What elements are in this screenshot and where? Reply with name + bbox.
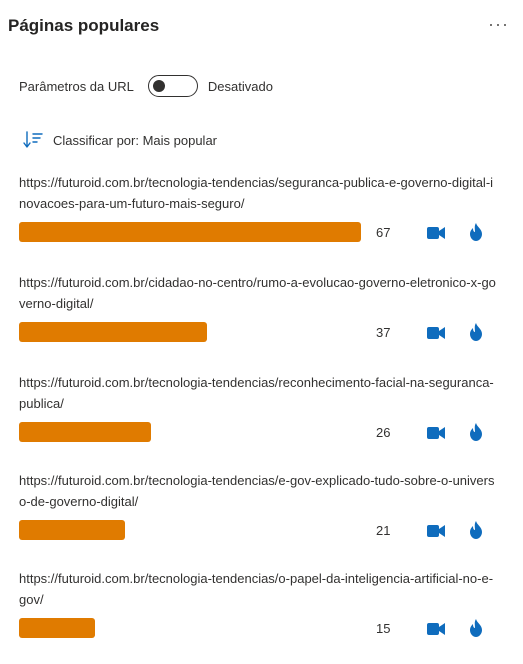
video-camera-icon[interactable] — [427, 326, 445, 340]
fire-icon[interactable] — [469, 323, 483, 341]
sort-button[interactable]: Classificar por: Mais popular — [23, 131, 217, 149]
list-item[interactable]: https://futuroid.com.br/tecnologia-tende… — [19, 470, 509, 540]
panel-title: Páginas populares — [8, 16, 160, 35]
list-item[interactable]: https://futuroid.com.br/tecnologia-tende… — [19, 568, 509, 638]
view-count: 37 — [376, 325, 391, 340]
popularity-bar — [19, 520, 125, 540]
video-camera-icon[interactable] — [427, 426, 445, 440]
popularity-bar-track — [19, 618, 95, 638]
url-params-row: Parâmetros da URL Desativado — [19, 72, 273, 100]
page-url[interactable]: https://futuroid.com.br/tecnologia-tende… — [19, 568, 497, 610]
popularity-bar — [19, 222, 361, 242]
url-params-toggle[interactable] — [147, 75, 198, 97]
page-url[interactable]: https://futuroid.com.br/tecnologia-tende… — [19, 372, 497, 414]
panel-header: Páginas populares ··· — [8, 14, 513, 40]
list-item[interactable]: https://futuroid.com.br/cidadao-no-centr… — [19, 272, 509, 342]
popularity-bar — [19, 618, 95, 638]
more-options-icon[interactable]: ··· — [488, 14, 509, 35]
fire-icon[interactable] — [469, 423, 483, 441]
list-item[interactable]: https://futuroid.com.br/tecnologia-tende… — [19, 172, 509, 242]
view-count: 67 — [376, 225, 391, 240]
page-url[interactable]: https://futuroid.com.br/tecnologia-tende… — [19, 470, 497, 512]
fire-icon[interactable] — [469, 521, 483, 539]
view-count: 21 — [376, 523, 391, 538]
popularity-bar-track — [19, 222, 361, 242]
popularity-bar — [19, 422, 151, 442]
video-camera-icon[interactable] — [427, 622, 445, 636]
toggle-knob — [152, 80, 165, 92]
view-count: 15 — [376, 621, 391, 636]
page-url[interactable]: https://futuroid.com.br/tecnologia-tende… — [19, 172, 497, 214]
list-item[interactable]: https://futuroid.com.br/tecnologia-tende… — [19, 372, 509, 442]
popularity-bar-track — [19, 520, 125, 540]
video-camera-icon[interactable] — [427, 524, 445, 538]
fire-icon[interactable] — [469, 223, 483, 241]
sort-label: Classificar por: Mais popular — [53, 132, 218, 148]
view-count: 26 — [376, 425, 391, 440]
video-camera-icon[interactable] — [427, 226, 445, 240]
url-params-label: Parâmetros da URL — [19, 78, 134, 94]
page-url[interactable]: https://futuroid.com.br/cidadao-no-centr… — [19, 272, 497, 314]
url-params-state: Desativado — [207, 78, 273, 94]
popularity-bar-track — [19, 422, 151, 442]
popularity-bar-track — [19, 322, 207, 342]
sort-descending-icon — [23, 131, 43, 148]
fire-icon[interactable] — [469, 619, 483, 637]
popularity-bar — [19, 322, 207, 342]
